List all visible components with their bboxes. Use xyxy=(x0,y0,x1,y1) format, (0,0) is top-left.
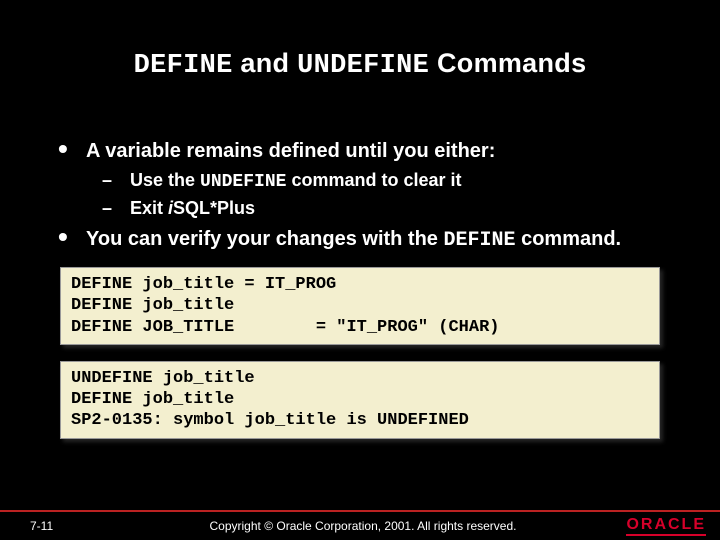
bullet-1: • A variable remains defined until you e… xyxy=(58,139,662,164)
slide: DEFINE and UNDEFINE Commands • A variabl… xyxy=(0,0,720,540)
title-commands: Commands xyxy=(429,48,586,78)
title-undefine: UNDEFINE xyxy=(297,51,429,81)
b2-pre: You can verify your changes with the xyxy=(86,228,444,250)
subbullet-1a-text: Use the UNDEFINE command to clear it xyxy=(130,170,462,192)
subbullet-1a: – Use the UNDEFINE command to clear it xyxy=(102,170,662,192)
copyright-text: Copyright © Oracle Corporation, 2001. Al… xyxy=(130,519,596,533)
page-number: 7-11 xyxy=(0,519,130,533)
bullet-2-text: You can verify your changes with the DEF… xyxy=(86,227,621,253)
code-block-2: UNDEFINE job_title DEFINE job_title SP2-… xyxy=(60,361,660,439)
oracle-logo-text: ORACLE xyxy=(626,517,706,536)
title-define: DEFINE xyxy=(134,51,233,81)
sub1b-post: SQL*Plus xyxy=(173,198,255,218)
dash-icon: – xyxy=(102,198,130,219)
bullet-icon: • xyxy=(58,139,86,159)
b2-post: command. xyxy=(516,228,622,250)
subbullet-1b-text: Exit iSQL*Plus xyxy=(130,198,255,219)
dash-icon: – xyxy=(102,170,130,191)
code-block-1: DEFINE job_title = IT_PROG DEFINE job_ti… xyxy=(60,267,660,345)
footer: 7-11 Copyright © Oracle Corporation, 200… xyxy=(0,510,720,540)
sub1b-pre: Exit xyxy=(130,198,168,218)
bullet-2: • You can verify your changes with the D… xyxy=(58,227,662,253)
bullet-icon: • xyxy=(58,227,86,247)
bullet-1-text: A variable remains defined until you eit… xyxy=(86,139,495,164)
sub1a-post: command to clear it xyxy=(286,170,461,190)
b2-mono: DEFINE xyxy=(444,229,516,252)
slide-title: DEFINE and UNDEFINE Commands xyxy=(0,0,720,81)
subbullet-1b: – Exit iSQL*Plus xyxy=(102,198,662,219)
slide-body: • A variable remains defined until you e… xyxy=(0,81,720,253)
title-and: and xyxy=(233,48,298,78)
oracle-logo: ORACLE xyxy=(596,516,720,536)
sub1a-mono: UNDEFINE xyxy=(200,172,286,192)
sub1a-pre: Use the xyxy=(130,170,200,190)
